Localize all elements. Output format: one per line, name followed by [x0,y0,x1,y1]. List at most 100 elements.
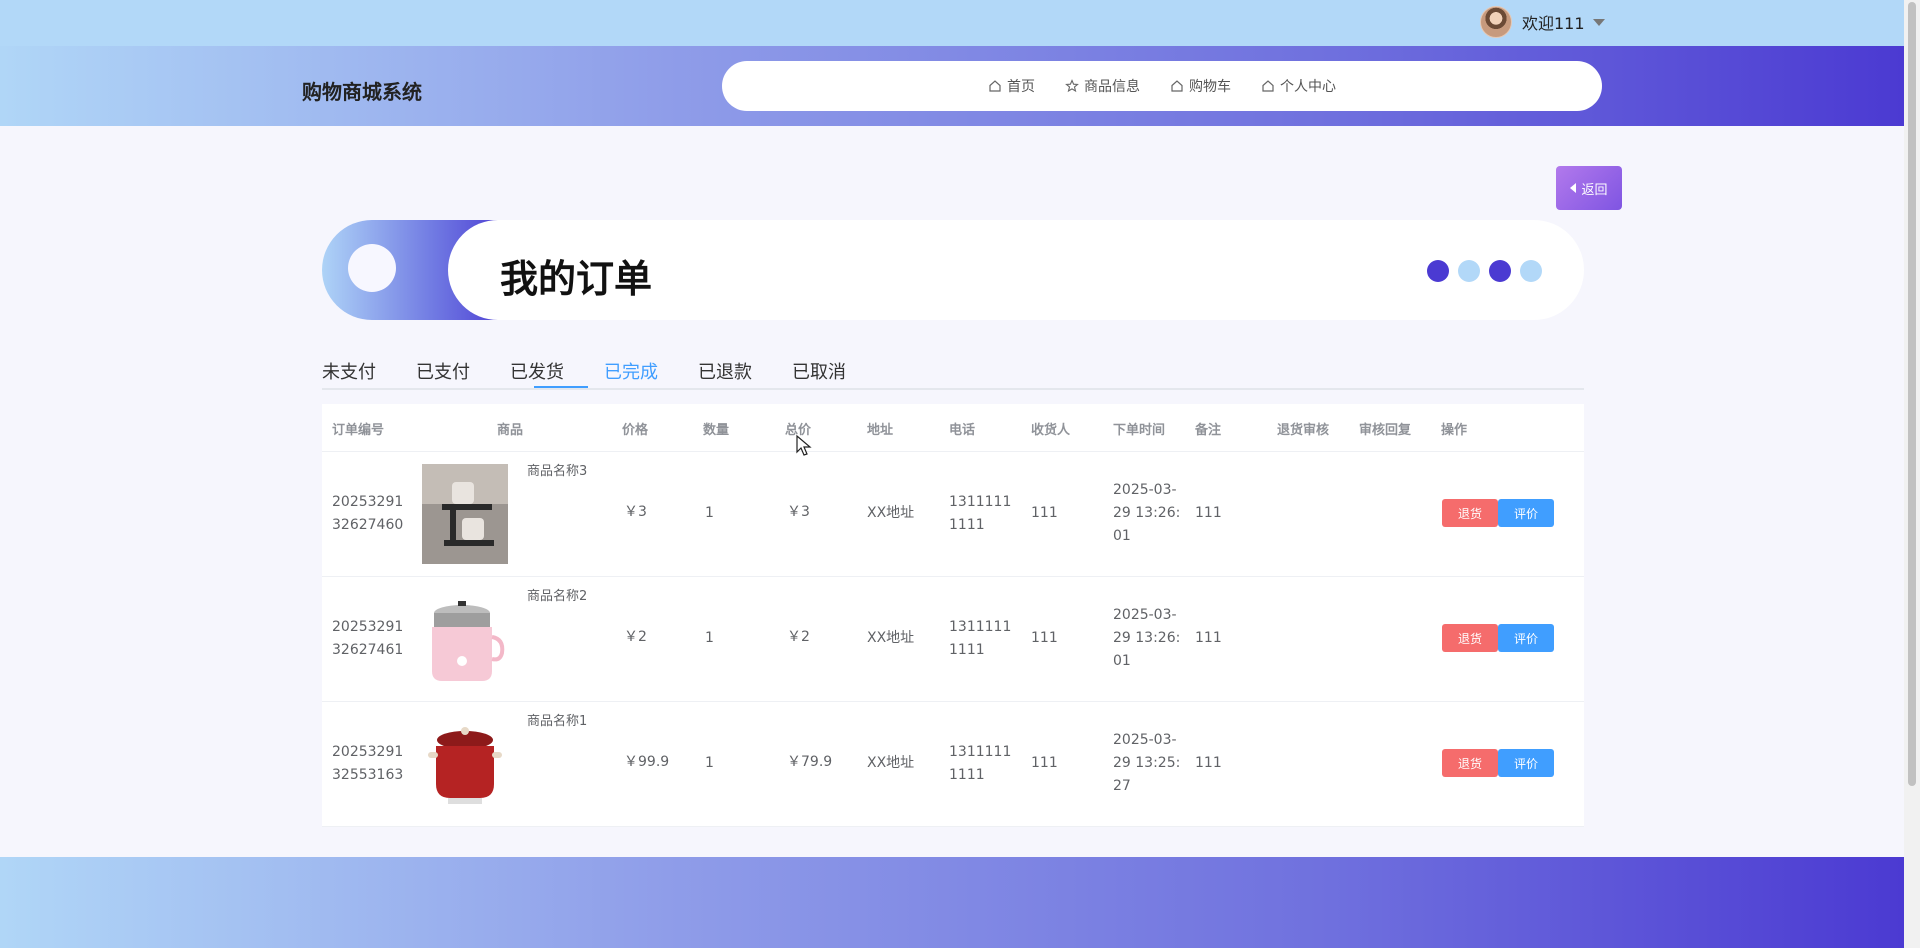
circle-decoration [348,244,396,292]
product-name: 商品名称1 [527,714,588,729]
orders-table: 订单编号 商品 价格 数量 总价 地址 电话 收货人 下单时间 备注 退货审核 … [322,404,1584,827]
column-header: 数量 [703,423,730,438]
back-label: 返回 [1581,182,1608,198]
user-menu[interactable]: 欢迎111 [1480,5,1605,39]
order-number-line: 20253291 [332,494,404,510]
table-row: 20253291 32553163 商品名称1 ￥99.9 1 ￥79.9 XX… [322,702,1584,827]
star-icon [1065,79,1079,93]
column-header: 审核回复 [1359,423,1412,438]
column-header: 地址 [867,423,894,438]
column-header: 商品 [497,423,524,438]
phone: 1311111 1111 [949,741,1011,787]
column-header: 操作 [1441,423,1468,438]
product-image[interactable] [422,714,508,814]
order-time-line: 01 [1113,653,1131,669]
nav-item-profile[interactable]: 个人中心 [1261,76,1336,96]
note: 111 [1195,505,1222,521]
order-time-line: 29 13:26: [1113,630,1181,646]
nav-item-home[interactable]: 首页 [988,76,1035,96]
total-price: ￥2 [787,629,810,645]
nav-item-cart[interactable]: 购物车 [1170,76,1231,96]
price: ￥2 [624,629,647,645]
back-button[interactable]: 返回 [1556,166,1622,210]
quantity: 1 [705,755,714,771]
nav-label: 商品信息 [1084,79,1140,95]
table-header: 订单编号 商品 价格 数量 总价 地址 电话 收货人 下单时间 备注 退货审核 … [322,404,1584,452]
review-button[interactable]: 评价 [1498,499,1554,527]
order-number: 20253291 32553163 [332,741,403,787]
price: ￥3 [624,504,647,520]
tab-shipped[interactable]: 已发货 [510,358,564,384]
tab-refunded[interactable]: 已退款 [698,358,752,384]
column-header: 订单编号 [332,423,385,438]
avatar[interactable] [1480,6,1512,38]
order-status-tabs: 未支付 已支付 已发货 已完成 已退款 已取消 [322,358,1584,390]
phone: 1311111 1111 [949,491,1011,537]
table-row: 20253291 32627460 商品名称3 ￥3 1 ￥3 XX地址 131… [322,452,1584,577]
tab-paid[interactable]: 已支付 [416,358,470,384]
quantity: 1 [705,630,714,646]
return-button[interactable]: 退货 [1442,749,1498,777]
order-time-line: 27 [1113,778,1131,794]
return-button[interactable]: 退货 [1442,624,1498,652]
nav-item-products[interactable]: 商品信息 [1065,76,1140,96]
product-image[interactable] [422,589,508,689]
tab-cancelled[interactable]: 已取消 [792,358,846,384]
header: 购物商城系统 首页 商品信息 购物车 个人中心 [0,46,1904,126]
review-button[interactable]: 评价 [1498,749,1554,777]
dot [1489,260,1511,282]
column-header: 电话 [949,423,976,438]
dot [1427,260,1449,282]
phone-line: 1111 [949,517,985,533]
home-icon [989,80,1001,92]
tab-completed[interactable]: 已完成 [604,358,658,384]
order-number: 20253291 32627461 [332,616,403,662]
order-number-line: 32627460 [332,517,404,533]
page-scrollbar[interactable] [1904,0,1920,948]
phone-line: 1311111 [949,494,1012,510]
phone-line: 1311111 [949,619,1012,635]
receiver: 111 [1031,755,1058,771]
page-title: 我的订单 [500,257,653,301]
phone: 1311111 1111 [949,616,1011,662]
column-header: 退货审核 [1277,423,1330,438]
note: 111 [1195,630,1222,646]
main-nav: 首页 商品信息 购物车 个人中心 [722,61,1602,111]
order-number-line: 32553163 [332,767,404,783]
site-brand: 购物商城系统 [302,80,422,104]
phone-line: 1311111 [949,744,1012,760]
quantity: 1 [705,505,714,521]
order-time-line: 2025-03- [1113,607,1177,623]
order-number: 20253291 32627460 [332,491,403,537]
return-button[interactable]: 退货 [1442,499,1498,527]
product-name: 商品名称2 [527,589,588,604]
address: XX地址 [867,755,915,771]
active-tab-indicator [534,386,588,388]
phone-line: 1111 [949,642,985,658]
product-image[interactable] [422,464,508,564]
dot [1520,260,1542,282]
order-number-line: 20253291 [332,744,404,760]
review-button[interactable]: 评价 [1498,624,1554,652]
order-time: 2025-03- 29 13:25: 27 [1113,729,1180,798]
top-bar: 欢迎111 [0,0,1904,46]
caret-left-icon [1570,183,1577,193]
order-number-line: 32627461 [332,642,404,658]
tab-unpaid[interactable]: 未支付 [322,358,376,384]
dot [1458,260,1480,282]
order-time: 2025-03- 29 13:26: 01 [1113,479,1180,548]
column-header: 收货人 [1031,423,1071,438]
receiver: 111 [1031,630,1058,646]
product-name: 商品名称3 [527,464,588,479]
scrollbar-thumb[interactable] [1908,2,1916,786]
order-time: 2025-03- 29 13:26: 01 [1113,604,1180,673]
dot-decoration [1427,260,1542,282]
total-price: ￥3 [787,504,810,520]
order-time-line: 29 13:26: [1113,505,1181,521]
column-header: 备注 [1195,423,1222,438]
user-greeting[interactable]: 欢迎111 [1522,10,1585,34]
phone-line: 1111 [949,767,985,783]
caret-down-icon[interactable] [1592,18,1605,26]
order-time-line: 01 [1113,528,1131,544]
nav-label: 首页 [1007,79,1035,95]
